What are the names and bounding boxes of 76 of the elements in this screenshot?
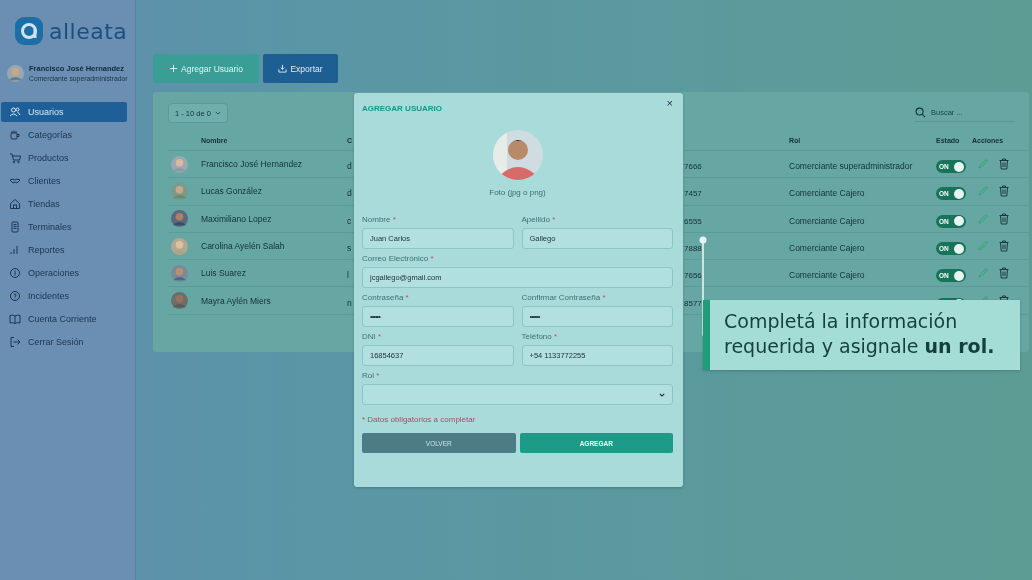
dialog-title: AGREGAR USUARIO (362, 103, 442, 113)
logo-wordmark: alleata (49, 18, 128, 44)
sidebar-item[interactable]: Usuarios (1, 102, 127, 122)
bar-chart-icon (9, 244, 21, 256)
table-cell: 6555 (684, 216, 702, 226)
table-cell-text: Maximiliano Lopez (201, 213, 273, 224)
book-icon (9, 313, 21, 325)
table-cell: Comerciante Cajero (789, 243, 865, 254)
role-dropdown[interactable] (362, 384, 673, 405)
table-cell: 7457 (684, 189, 702, 199)
table-cell-text: Carolina Ayelén Salah (201, 241, 286, 252)
field-label: Teléfono * (521, 332, 559, 341)
pencil-icon[interactable] (977, 240, 989, 253)
sidebar-item[interactable]: Clientes (1, 171, 127, 191)
table-cell-text: Francisco José Hernandez (201, 159, 304, 170)
sidebar-item[interactable]: Cuenta Corriente (1, 309, 127, 329)
trash-icon[interactable] (998, 240, 1010, 253)
users-icon (9, 106, 21, 118)
table-cell: c (347, 215, 352, 226)
field-label: Contraseña * (362, 293, 410, 302)
table-cell: Comerciante Cajero (789, 188, 865, 199)
sidebar-item[interactable]: Productos (1, 148, 127, 168)
chevron-down-icon (659, 392, 665, 397)
logout-icon (9, 336, 21, 348)
plus-icon (169, 64, 179, 73)
trash-icon[interactable] (998, 185, 1010, 198)
table-cell-text: Mayra Aylén Miers (201, 295, 272, 306)
close-button[interactable]: × (666, 97, 673, 109)
sidebar-item[interactable]: Tiendas (1, 194, 127, 214)
chevron-down-icon (214, 111, 221, 115)
sidebar-item[interactable]: Terminales (1, 217, 127, 237)
table-cell: 8577 (684, 298, 702, 308)
pencil-icon[interactable] (977, 185, 989, 198)
search-icon (915, 106, 926, 118)
field-label: Rol * (362, 371, 381, 380)
sidebar-item[interactable]: Reportes (1, 240, 127, 260)
table-cell: Comerciante Cajero (789, 270, 865, 281)
table-cell: 7888 (684, 244, 702, 254)
table-cell: Comerciante Cajero (789, 215, 865, 226)
callout-text: Completá la información requerida y asignale un rol. (724, 309, 996, 359)
logo-icon (15, 17, 43, 45)
sidebar-item[interactable]: Operaciones (1, 263, 127, 283)
help-icon (9, 290, 21, 302)
pencil-icon[interactable] (977, 267, 989, 280)
cart-icon (9, 152, 21, 164)
trash-icon[interactable] (998, 158, 1010, 171)
sidebar-item[interactable]: Cerrar Sesión (1, 332, 127, 352)
photo-caption: Foto (jpg o png) (489, 188, 546, 197)
field-label: Apellido * (521, 215, 557, 224)
table-cell: 7656 (684, 271, 702, 281)
table-cell: n (347, 297, 352, 308)
table-cell: 7666 (684, 162, 702, 172)
coin-icon (9, 267, 21, 279)
required-note: * Datos obligatorios a completar (362, 415, 477, 424)
cup-icon (9, 129, 21, 141)
table-cell: Comerciante superadministrador (789, 161, 913, 172)
field-label: Correo Electrónico * (362, 254, 435, 263)
table-cell: d (347, 161, 352, 172)
field-label: Nombre * (362, 215, 397, 224)
download-icon (278, 64, 288, 73)
table-cell: d (347, 188, 352, 199)
trash-icon[interactable] (998, 267, 1010, 280)
field-label: Confirmar Contraseña * (521, 293, 607, 302)
house-icon (9, 198, 21, 210)
field-label: DNI * (362, 332, 383, 341)
table-cell: s (347, 243, 352, 254)
sidebar-item[interactable]: Incidentes (1, 286, 127, 306)
trash-icon[interactable] (998, 212, 1010, 225)
export-button[interactable]: Exportar (263, 54, 338, 83)
pencil-icon[interactable] (977, 212, 989, 225)
add-user-button[interactable]: Agregar Usuario (153, 54, 259, 83)
terminal-icon (9, 221, 21, 233)
pencil-icon[interactable] (977, 158, 989, 171)
table-cell-text: Luis Suarez (201, 268, 247, 279)
sidebar-item[interactable]: Categorías (1, 125, 127, 145)
table-cell-text: Lucas González (201, 186, 263, 197)
